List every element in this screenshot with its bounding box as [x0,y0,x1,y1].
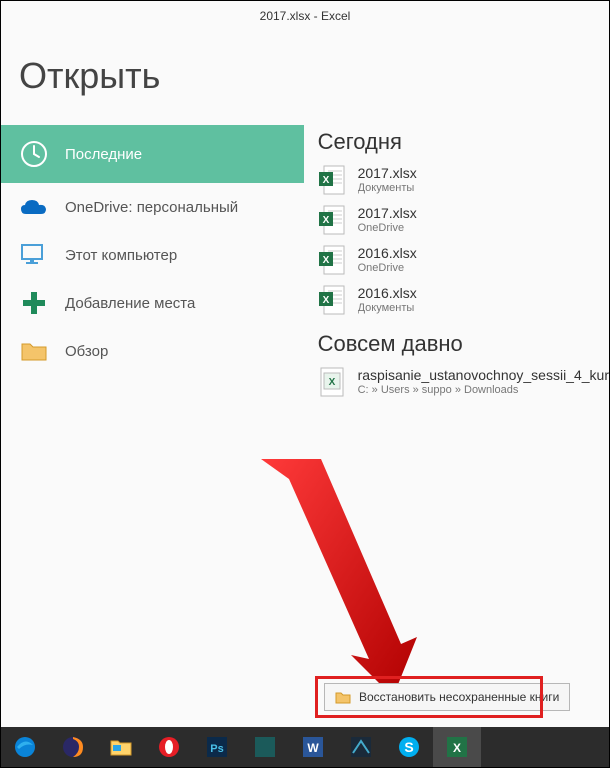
svg-text:W: W [307,741,319,755]
group-heading-older: Совсем давно [318,331,609,357]
taskbar-skype[interactable]: S [385,727,433,767]
file-name: raspisanie_ustanovochnoy_sessii_4_kur [358,367,609,383]
svg-text:X: X [322,295,329,306]
nav-add-place[interactable]: Добавление места [1,279,304,327]
file-item[interactable]: X 2017.xlsx Документы [318,165,609,195]
file-location: C: » Users » suppo » Downloads [358,384,609,396]
file-location: OneDrive [358,222,417,234]
nav-this-pc[interactable]: Этот компьютер [1,231,304,279]
file-name: 2016.xlsx [358,245,417,261]
svg-text:X: X [328,377,335,388]
file-item[interactable]: X 2017.xlsx OneDrive [318,205,609,235]
page-title: Открыть [1,35,609,125]
excel-file-icon: X [318,205,348,235]
svg-text:X: X [322,215,329,226]
excel-file-icon: X [318,285,348,315]
file-location: OneDrive [358,262,417,274]
clock-icon [19,139,49,169]
svg-text:X: X [322,255,329,266]
taskbar-app[interactable] [241,727,289,767]
nav-onedrive[interactable]: OneDrive: персональный [1,183,304,231]
file-item[interactable]: X raspisanie_ustanovochnoy_sessii_4_kur … [318,367,609,397]
recover-unsaved-button[interactable]: Восстановить несохраненные книги [324,683,570,711]
nav-browse[interactable]: Обзор [1,327,304,375]
nav-recent-label: Последние [65,146,142,163]
taskbar-opera[interactable] [145,727,193,767]
cloud-icon [19,192,49,222]
taskbar-edge[interactable] [1,727,49,767]
folder-icon [19,336,49,366]
group-heading-today: Сегодня [318,129,609,155]
taskbar: Ps W S X [1,727,609,767]
taskbar-excel[interactable]: X [433,727,481,767]
file-location: Документы [358,182,417,194]
monitor-icon [19,240,49,270]
excel-file-icon: X [318,245,348,275]
taskbar-photoshop[interactable]: Ps [193,727,241,767]
nav-onedrive-label: OneDrive: персональный [65,199,238,216]
file-item[interactable]: X 2016.xlsx Документы [318,285,609,315]
file-location: Документы [358,302,417,314]
taskbar-app2[interactable] [337,727,385,767]
folder-icon [335,690,351,704]
open-locations-list: Последние OneDrive: персональный Этот ко… [1,125,304,407]
file-name: 2017.xlsx [358,165,417,181]
file-name: 2016.xlsx [358,285,417,301]
excel-file-icon: X [318,367,348,397]
nav-browse-label: Обзор [65,343,108,360]
svg-text:Ps: Ps [210,743,223,755]
nav-this-pc-label: Этот компьютер [65,247,177,264]
svg-text:S: S [404,739,413,755]
taskbar-explorer[interactable] [97,727,145,767]
taskbar-firefox[interactable] [49,727,97,767]
nav-add-place-label: Добавление места [65,295,195,312]
svg-text:X: X [453,741,461,755]
arrow-annotation [261,459,421,709]
file-name: 2017.xlsx [358,205,417,221]
plus-icon [19,288,49,318]
recover-unsaved-label: Восстановить несохраненные книги [359,690,559,704]
nav-recent[interactable]: Последние [1,125,304,183]
taskbar-word[interactable]: W [289,727,337,767]
recent-files-panel: Сегодня X 2017.xlsx Документы X 2017.xls… [304,125,609,407]
file-item[interactable]: X 2016.xlsx OneDrive [318,245,609,275]
window-title: 2017.xlsx - Excel [1,1,609,35]
excel-file-icon: X [318,165,348,195]
svg-text:X: X [322,175,329,186]
